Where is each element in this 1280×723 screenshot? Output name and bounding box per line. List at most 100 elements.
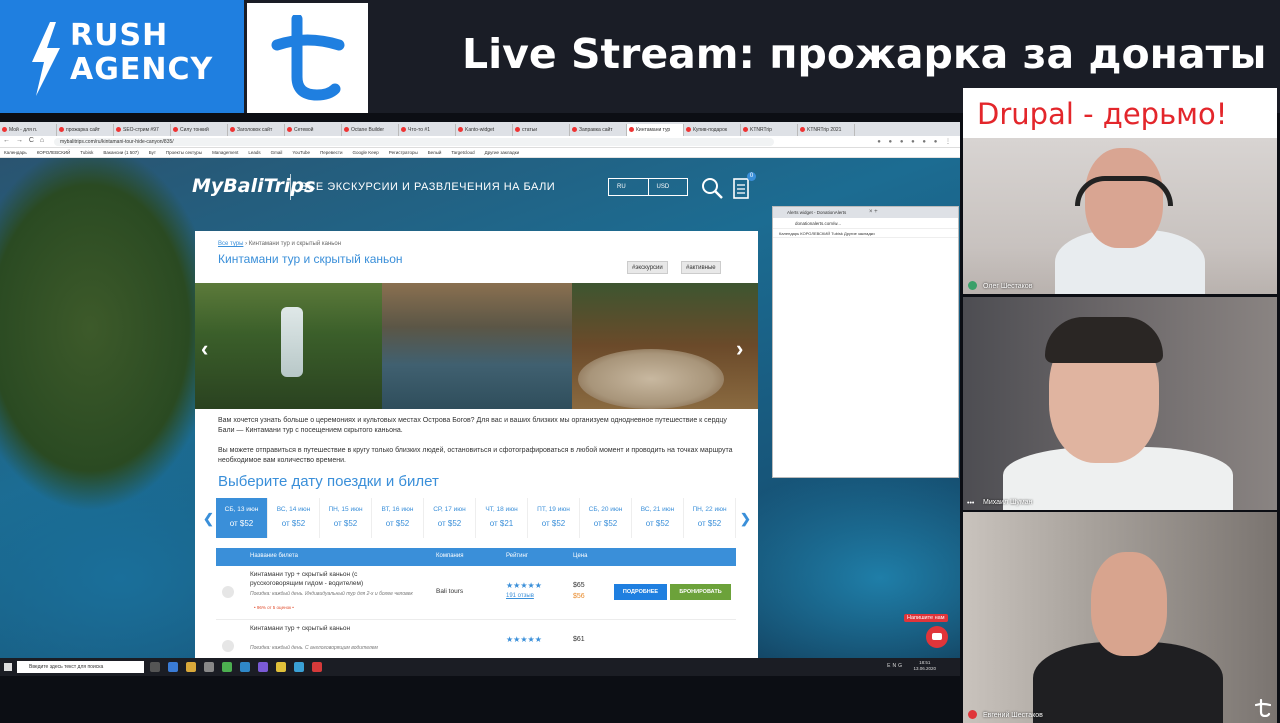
date-option[interactable]: ВС, 14 июн от $52 <box>268 498 320 538</box>
col-price: Цена <box>573 553 588 559</box>
tag-excursions[interactable]: #экскурсии <box>627 261 668 274</box>
browser-tab[interactable]: статьи <box>513 124 570 136</box>
bookmark-item[interactable]: Перевести <box>320 148 342 157</box>
reviews-link[interactable]: 191 отзыв <box>506 593 534 599</box>
browser-tab[interactable]: SEO-стрим #97 <box>114 124 171 136</box>
browser-tab[interactable]: прожарка сайт <box>57 124 114 136</box>
ticket-row: Кинтамани тур + скрытый каньон (с русско… <box>216 566 736 620</box>
search-icon[interactable] <box>700 176 724 200</box>
app-icon[interactable] <box>276 662 286 672</box>
bookmark-item[interactable]: Календарь <box>4 148 27 157</box>
date-option[interactable]: ПН, 15 июн от $52 <box>320 498 372 538</box>
browser-tab[interactable]: KTNRTrip 2021 <box>798 124 855 136</box>
date-option[interactable]: ПН, 22 июн от $52 <box>684 498 736 538</box>
browser-tab[interactable]: Сетевой <box>285 124 342 136</box>
bookmark-item[interactable]: Бут <box>149 148 156 157</box>
nav-buttons[interactable]: ← → C ⌂ <box>3 137 46 144</box>
bookmark-item[interactable]: Регистраторы <box>389 148 418 157</box>
bookmark-item[interactable]: Белый <box>428 148 442 157</box>
donation-alerts-window: Alerts widget - DonationAlerts donationa… <box>772 206 959 478</box>
currency-select[interactable]: USD <box>649 179 688 195</box>
taskbar-search[interactable]: Введите здесь текст для поиска <box>17 661 144 673</box>
app-icon[interactable] <box>240 662 250 672</box>
browser-tab[interactable]: Силу тонкий <box>171 124 228 136</box>
bookmark-item[interactable]: YouTube <box>292 148 310 157</box>
locale-switch[interactable]: RU USD <box>608 178 688 196</box>
date-option[interactable]: ПТ, 19 июн от $52 <box>528 498 580 538</box>
gallery-next-icon[interactable]: › <box>736 336 743 362</box>
popup-tab[interactable]: Alerts widget - DonationAlerts <box>773 207 958 218</box>
popup-url[interactable]: donationalerts.com/w... <box>773 218 958 229</box>
ticket-name: Кинтамани тур + скрытый каньон <box>250 625 351 632</box>
task-view-icon[interactable] <box>150 662 160 672</box>
date-option[interactable]: ВТ, 16 июн от $52 <box>372 498 424 538</box>
browser-tab[interactable]: Что-то #1 <box>399 124 456 136</box>
participant-name: Евгений Шестаков <box>983 712 1043 719</box>
breadcrumb-separator: › <box>245 241 248 247</box>
chat-label[interactable]: Напишите нам <box>904 614 948 622</box>
bookmark-item[interactable]: Google Keep <box>352 148 378 157</box>
browser-tab[interactable]: Купив-подарок <box>684 124 741 136</box>
bookmark-item[interactable]: Targetcloud <box>451 148 474 157</box>
bookmark-item[interactable]: Tubisk <box>80 148 93 157</box>
book-button[interactable]: БРОНИРОВАТЬ <box>670 584 731 600</box>
bookmark-item[interactable]: Проекты сектуры <box>166 148 202 157</box>
edge-icon[interactable] <box>168 662 178 672</box>
mic-muted-icon <box>968 710 977 719</box>
browser-tab[interactable]: KTNRTrip <box>741 124 798 136</box>
extension-icons[interactable]: ● ● ● ● ● ● ⋮ <box>877 138 954 145</box>
browser-tab[interactable]: Кинтамани тур <box>627 124 684 136</box>
dates-next-icon[interactable]: ❯ <box>740 511 751 527</box>
gallery-prev-icon[interactable]: ‹ <box>201 336 208 362</box>
chrome-icon[interactable] <box>222 662 232 672</box>
browser-tab[interactable]: Мой - для п. <box>0 124 57 136</box>
app-icon[interactable] <box>294 662 304 672</box>
app-icon[interactable] <box>258 662 268 672</box>
date-label: ПН, 22 июн <box>692 506 727 513</box>
tray-lang[interactable]: ENG <box>887 663 904 669</box>
taskbar-clock[interactable]: 18:51 13.06.2020 <box>913 660 936 672</box>
language-select[interactable]: RU <box>609 179 649 195</box>
date-price: от $52 <box>593 519 618 528</box>
url-field[interactable]: mybalitrips.com/ru/kintamani-tour-hide-c… <box>54 138 774 146</box>
cart-count-badge: 0 <box>747 172 756 181</box>
browser-tab[interactable]: Octane Builder <box>342 124 399 136</box>
explorer-icon[interactable] <box>186 662 196 672</box>
participant-name: Михаил Шуман <box>983 499 1033 506</box>
dates-prev-icon[interactable]: ❮ <box>203 511 214 527</box>
webcam-tile-3: Евгений Шестаков <box>963 512 1277 723</box>
date-option[interactable]: СБ, 13 июн от $52 <box>216 498 268 538</box>
person-head <box>1091 552 1167 656</box>
browser-tab-strip: Мой - для п. прожарка сайт SEO-стрим #97 Си… <box>0 122 960 136</box>
bookmark-item[interactable]: Gmail <box>271 148 283 157</box>
browser-tab[interactable]: Kanto-widget <box>456 124 513 136</box>
browser-tab[interactable]: Заправка сайт <box>570 124 627 136</box>
t-logo <box>247 3 368 113</box>
store-icon[interactable] <box>204 662 214 672</box>
chat-icon[interactable] <box>926 626 948 648</box>
tour-card: Все туры › Кинтамани тур и скрытый каньо… <box>195 231 758 658</box>
bookmark-item[interactable]: Leads <box>248 148 260 157</box>
ticket-radio[interactable] <box>222 640 234 652</box>
breadcrumb-link[interactable]: Все туры <box>218 241 243 247</box>
person-hair <box>1045 317 1163 363</box>
details-button[interactable]: ПОДРОБНЕЕ <box>614 584 667 600</box>
date-option[interactable]: ЧТ, 18 июн от $21 <box>476 498 528 538</box>
tag-active[interactable]: #активные <box>681 261 721 274</box>
date-option[interactable]: ВС, 21 июн от $52 <box>632 498 684 538</box>
app-icon[interactable] <box>312 662 322 672</box>
date-option[interactable]: СР, 17 июн от $52 <box>424 498 476 538</box>
overlay-banner: Drupal - дерьмо! <box>963 88 1277 138</box>
bookmark-item[interactable]: Другие закладки <box>485 148 519 157</box>
bookmark-item[interactable]: Management <box>212 148 238 157</box>
ticket-radio[interactable] <box>222 586 234 598</box>
more-icon[interactable]: ••• <box>967 500 974 507</box>
site-tagline: ВСЕ ЭКСКУРСИИ И РАЗВЛЕЧЕНИЯ НА БАЛИ <box>300 181 556 193</box>
site-logo[interactable]: MyBaliTrips <box>192 175 315 197</box>
browser-tab[interactable]: Заголовок сайт <box>228 124 285 136</box>
bookmark-item[interactable]: Вакансии (1 507) <box>103 148 138 157</box>
windows-start-icon[interactable] <box>4 663 12 671</box>
bookmark-item[interactable]: КОРОЛЕВСКИЙ <box>37 148 71 157</box>
tickets-table-header: Название билета Компания Рейтинг Цена <box>216 548 736 566</box>
date-option[interactable]: СБ, 20 июн от $52 <box>580 498 632 538</box>
